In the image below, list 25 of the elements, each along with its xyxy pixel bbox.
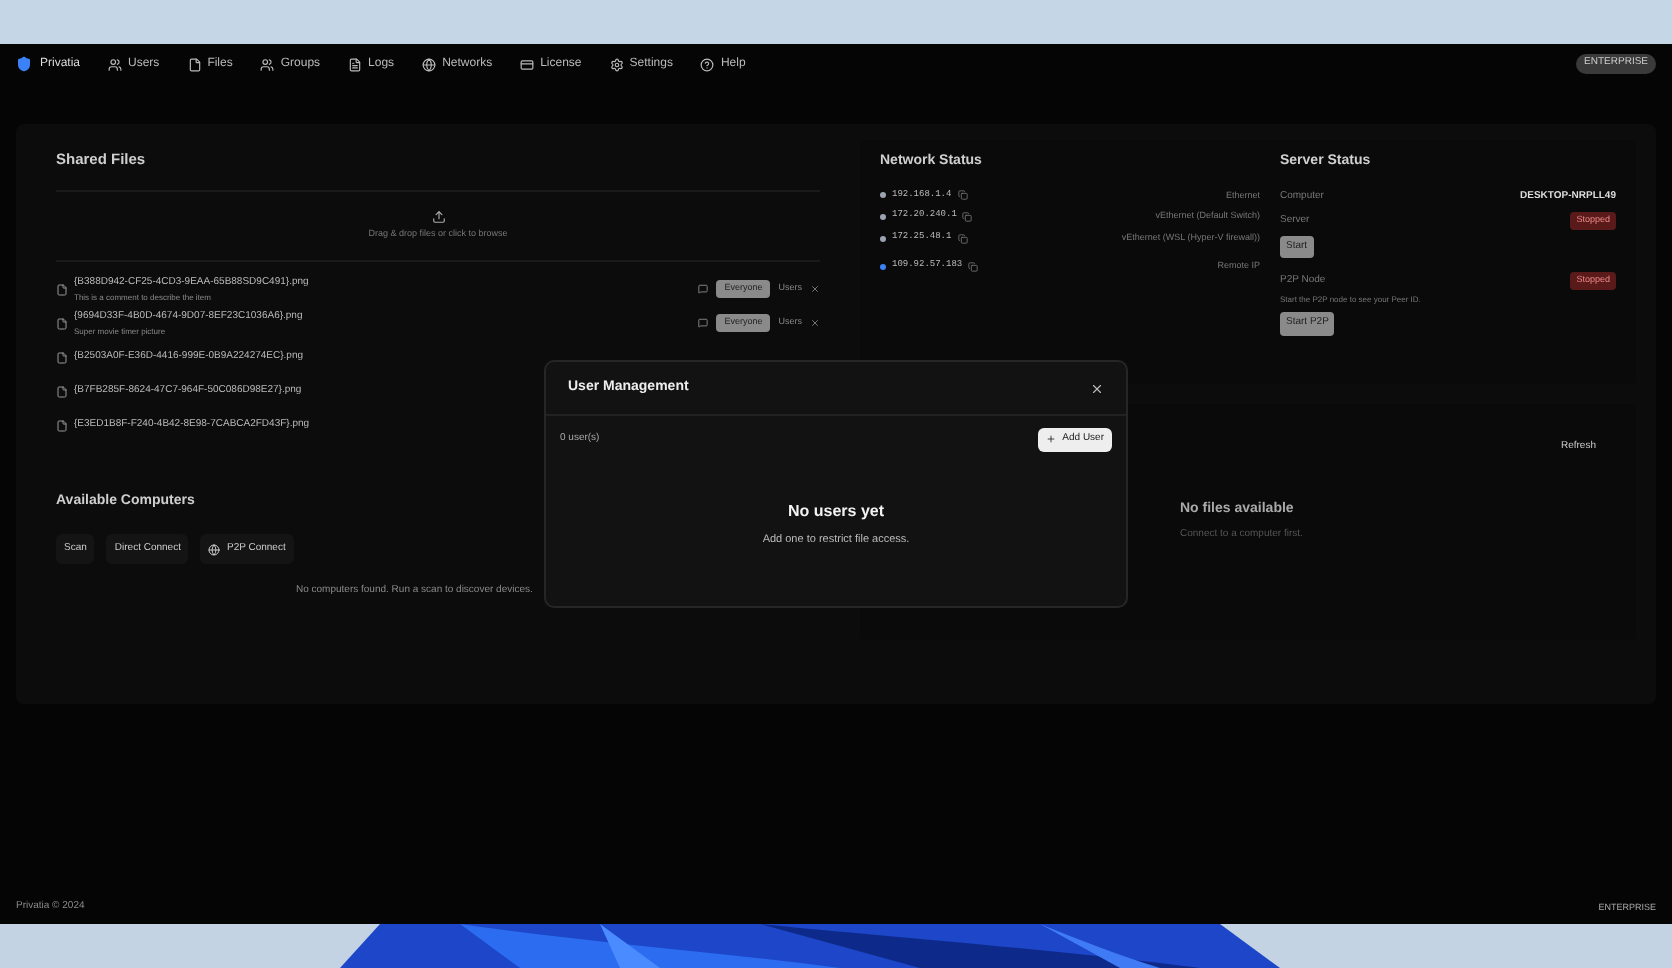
file-icon	[56, 283, 68, 296]
shield-icon	[16, 56, 32, 72]
copy-icon[interactable]	[957, 190, 968, 201]
users-icon	[108, 57, 123, 71]
comment-icon[interactable]	[698, 284, 709, 295]
copy-icon[interactable]	[968, 261, 979, 272]
file-icon	[56, 419, 68, 432]
help-icon	[700, 57, 715, 71]
document-icon	[348, 57, 363, 71]
file-icon	[56, 351, 68, 364]
file-icon	[56, 385, 68, 398]
card-icon	[520, 57, 535, 71]
close-icon[interactable]	[1090, 381, 1104, 395]
file-icon	[56, 317, 68, 330]
globe-icon	[422, 57, 437, 71]
copy-icon[interactable]	[962, 212, 973, 223]
empty-title: No users yet	[785, 499, 887, 523]
settings-icon	[609, 57, 624, 71]
upload-icon	[431, 210, 445, 225]
users-icon	[260, 57, 275, 71]
copy-icon[interactable]	[957, 233, 968, 244]
globe-icon	[208, 543, 221, 555]
file-icon	[187, 57, 202, 71]
plus-icon	[1046, 434, 1057, 445]
comment-icon[interactable]	[698, 318, 709, 329]
